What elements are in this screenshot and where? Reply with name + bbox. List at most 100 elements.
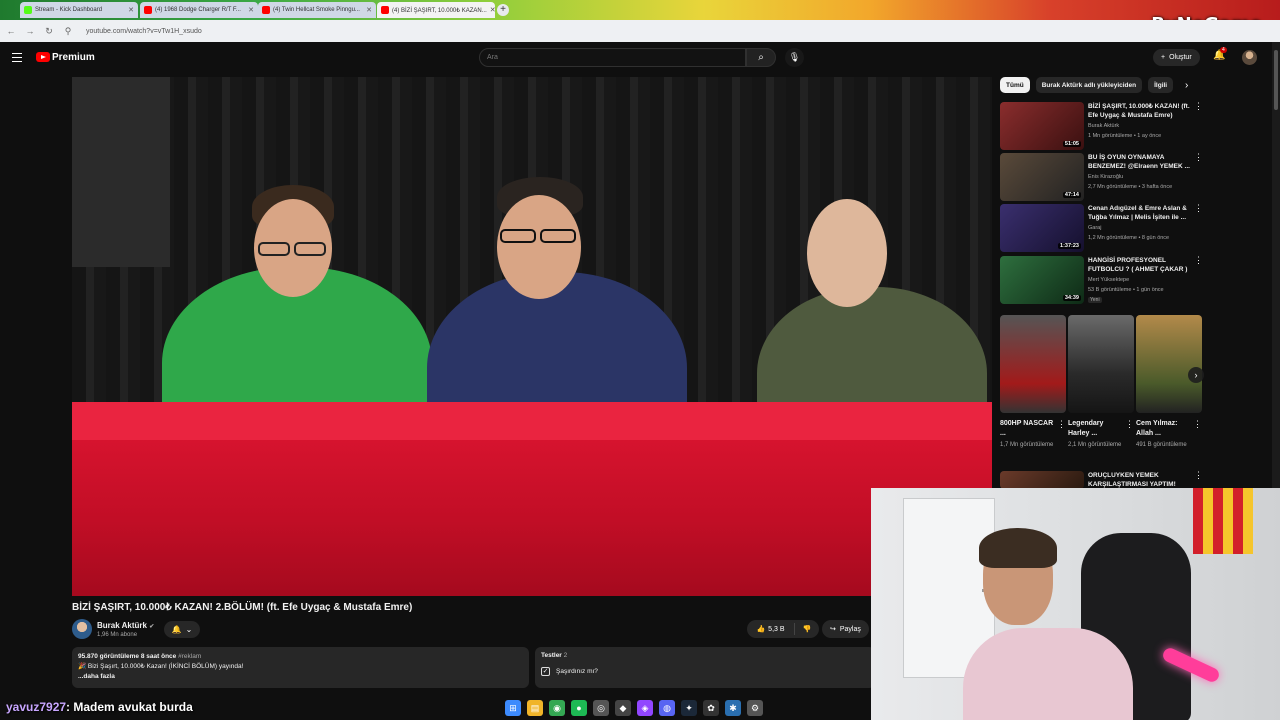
browser-tab-strip: Stream - Kick Dashboard ✕ (4) 1968 Dodge… <box>0 0 1280 20</box>
more-options-icon[interactable]: ⋮ <box>1125 419 1134 430</box>
scrollbar-thumb[interactable] <box>1274 50 1278 110</box>
more-options-icon[interactable]: ⋮ <box>1194 256 1203 265</box>
short-views: 1,7 Mn görüntüleme <box>1000 442 1054 448</box>
new-tab-button[interactable]: + <box>497 4 509 16</box>
chrome-icon[interactable]: ◉ <box>549 700 565 716</box>
recommendation-item[interactable]: 51:05 BİZİ ŞAŞIRT, 10.000₺ KAZAN! (ft. E… <box>1000 102 1205 150</box>
rec-channel[interactable]: Enis Kirazoğlu <box>1088 174 1123 180</box>
short-thumbnail[interactable] <box>1136 315 1202 413</box>
like-dislike-bar: 👍 5,3 B 👎 <box>747 620 819 638</box>
video-thumbnail[interactable] <box>1000 471 1084 489</box>
gear-icon[interactable]: ⚙ <box>747 700 763 716</box>
back-icon[interactable]: ← <box>6 26 16 36</box>
chat-username: yavuz7927 <box>6 700 67 714</box>
short-item[interactable]: 800HP NASCAR ... 1,7 Mn görüntüleme ⋮ <box>1000 315 1066 450</box>
short-views: 491 B görüntüleme <box>1136 442 1187 448</box>
url-field[interactable]: youtube.com/watch?v=vTw1H_xsudo <box>86 28 202 35</box>
glasses <box>258 242 290 256</box>
rec-channel[interactable]: Mert Yüksektepe <box>1088 277 1129 283</box>
notifications-button[interactable]: 🔔 4 <box>1213 47 1227 61</box>
quiz-count: 2 <box>563 652 568 659</box>
browser-tab-hellcat[interactable]: (4) Twin Hellcat Smoke Pinngu... ✕ <box>258 2 376 18</box>
obs-icon[interactable]: ◎ <box>593 700 609 716</box>
rec-title[interactable]: Cenan Adıgüzel & Emre Aslan & Tuğba Yılm… <box>1088 204 1194 222</box>
description-box[interactable]: 95.870 görüntüleme 8 saat önce #reklam 🎉… <box>72 647 529 688</box>
windows-start-icon[interactable]: ⊞ <box>505 700 521 716</box>
channel-avatar[interactable] <box>72 619 92 639</box>
steam-icon[interactable]: ✦ <box>681 700 697 716</box>
recommendation-item[interactable]: ORUÇLUYKEN YEMEK KARŞILAŞTIRMASI YAPTIM!… <box>1000 471 1205 489</box>
rec-title[interactable]: HANGİSİ PROFESYONEL FUTBOLCU ? ( AHMET Ç… <box>1088 256 1194 274</box>
rec-meta: 1,2 Mn görüntüleme • 8 gün önce <box>1088 235 1170 241</box>
short-title[interactable]: 800HP NASCAR ... <box>1000 419 1056 439</box>
table-top <box>72 402 992 440</box>
subscription-bell-button[interactable]: 🔔 ⌄ <box>164 621 200 638</box>
chip-related[interactable]: İlgili <box>1148 77 1174 93</box>
hashtag[interactable]: #reklam <box>178 653 201 660</box>
browser-tab-kick[interactable]: Stream - Kick Dashboard ✕ <box>20 2 138 18</box>
browser-tab-active[interactable]: (4) BİZİ ŞAŞIRT, 10.000₺ KAZAN... ✕ <box>377 2 495 18</box>
rec-title[interactable]: BİZİ ŞAŞIRT, 10.000₺ KAZAN! (ft. Efe Uyg… <box>1088 102 1194 120</box>
video-thumbnail[interactable]: 1:37:23 <box>1000 204 1084 252</box>
settings-icon[interactable]: ✱ <box>725 700 741 716</box>
more-options-icon[interactable]: ⋮ <box>1057 419 1066 430</box>
recommendation-item[interactable]: 1:37:23 Cenan Adıgüzel & Emre Aslan & Tu… <box>1000 204 1205 252</box>
close-icon[interactable]: ✕ <box>490 6 495 14</box>
recommendation-item[interactable]: 47:14 BU İŞ OYUN OYNAMAYA BENZEMEZ! @Elr… <box>1000 153 1205 201</box>
quiz-item[interactable]: ✓ Şaşırdınız mı? <box>541 667 869 676</box>
dislike-button[interactable]: 👎 <box>795 625 819 633</box>
kick-icon <box>24 6 32 14</box>
more-options-icon[interactable]: ⋮ <box>1194 102 1203 111</box>
youtube-logo-text[interactable]: Premium <box>52 52 95 63</box>
rec-channel[interactable]: Burak Aktürk <box>1088 123 1119 129</box>
twitch-icon[interactable]: ◈ <box>637 700 653 716</box>
rec-title[interactable]: ORUÇLUYKEN YEMEK KARŞILAŞTIRMASI YAPTIM! <box>1088 471 1194 489</box>
short-title[interactable]: Cem Yılmaz: Allah ... <box>1136 419 1192 439</box>
short-title[interactable]: Legendary Harley ... <box>1068 419 1124 439</box>
short-item[interactable]: Legendary Harley ... 2,1 Mn görüntüleme … <box>1068 315 1134 450</box>
share-button[interactable]: ↪ Paylaş <box>822 620 869 638</box>
voice-search-button[interactable]: 🎙 <box>785 48 804 67</box>
video-thumbnail[interactable]: 51:05 <box>1000 102 1084 150</box>
chevron-right-icon[interactable]: › <box>1188 367 1204 383</box>
video-player[interactable] <box>72 77 992 596</box>
more-options-icon[interactable]: ⋮ <box>1194 153 1203 162</box>
more-options-icon[interactable]: ⋮ <box>1194 204 1203 213</box>
account-avatar[interactable] <box>1242 50 1257 65</box>
file-explorer-icon[interactable]: ▤ <box>527 700 543 716</box>
video-thumbnail[interactable]: 34:39 <box>1000 256 1084 304</box>
channel-name[interactable]: Burak Aktürk ✔ <box>97 621 154 630</box>
close-icon[interactable]: ✕ <box>366 6 372 14</box>
reload-icon[interactable]: ↻ <box>44 26 54 37</box>
spotify-icon[interactable]: ● <box>571 700 587 716</box>
close-icon[interactable]: ✕ <box>248 6 254 14</box>
forward-icon[interactable]: → <box>25 26 35 36</box>
site-info-icon[interactable]: ⚲ <box>63 26 73 37</box>
youtube-logo-icon[interactable] <box>36 52 50 62</box>
search-button[interactable]: ⌕ <box>746 48 776 67</box>
more-options-icon[interactable]: ⋮ <box>1194 471 1203 480</box>
more-options-icon[interactable]: ⋮ <box>1193 419 1202 430</box>
show-more-link[interactable]: ...daha fazla <box>78 672 523 682</box>
discord-icon[interactable]: ◍ <box>659 700 675 716</box>
short-thumbnail[interactable] <box>1068 315 1134 413</box>
recommendation-item[interactable]: 34:39 HANGİSİ PROFESYONEL FUTBOLCU ? ( A… <box>1000 256 1205 304</box>
rec-title[interactable]: BU İŞ OYUN OYNAMAYA BENZEMEZ! @Elraenn Y… <box>1088 153 1194 171</box>
rec-channel[interactable]: Garaj <box>1088 225 1101 231</box>
epic-icon[interactable]: ◆ <box>615 700 631 716</box>
chevron-right-icon[interactable]: › <box>1185 80 1188 91</box>
chip-all[interactable]: Tümü <box>1000 77 1030 93</box>
short-item[interactable]: Cem Yılmaz: Allah ... 491 B görüntüleme … <box>1136 315 1202 450</box>
app-icon[interactable]: ✿ <box>703 700 719 716</box>
address-bar: ← → ↻ ⚲ youtube.com/watch?v=vTw1H_xsudo <box>0 20 1280 42</box>
close-icon[interactable]: ✕ <box>128 6 134 14</box>
chip-from-uploader[interactable]: Burak Aktürk adlı yükleyiciden <box>1035 77 1143 93</box>
like-button[interactable]: 👍 5,3 B <box>747 623 795 635</box>
video-thumbnail[interactable]: 47:14 <box>1000 153 1084 201</box>
short-thumbnail[interactable] <box>1000 315 1066 413</box>
browser-tab-dodge[interactable]: (4) 1968 Dodge Charger R/T F... ✕ <box>140 2 258 18</box>
create-button[interactable]: + Oluştur <box>1153 49 1200 66</box>
hamburger-menu-icon[interactable] <box>12 53 22 62</box>
search-input[interactable]: Ara <box>479 48 746 67</box>
quiz-box: Testler 2 ✓ Şaşırdınız mı? <box>535 647 875 688</box>
